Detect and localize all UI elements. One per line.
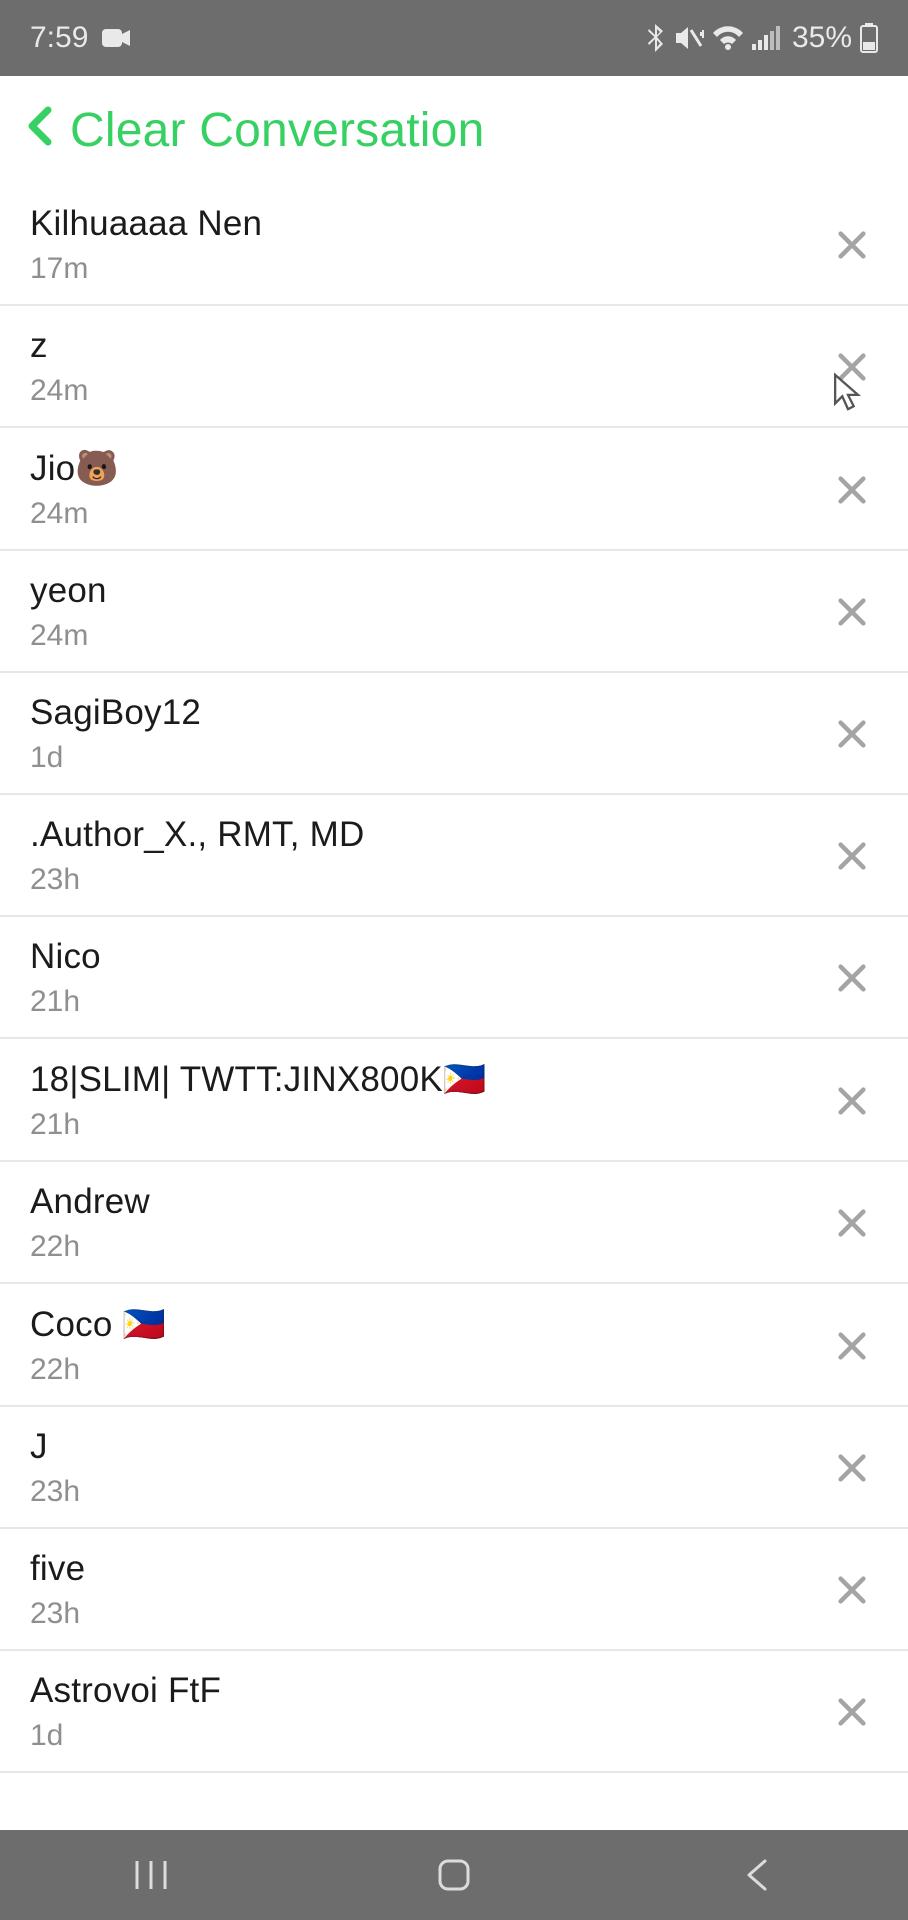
contact-name: SagiBoy12 bbox=[30, 693, 201, 733]
clear-button[interactable] bbox=[826, 341, 878, 393]
timestamp: 24m bbox=[30, 619, 107, 653]
timestamp: 23h bbox=[30, 1475, 80, 1509]
timestamp: 23h bbox=[30, 1597, 85, 1631]
conversation-row[interactable]: Kilhuaaaa Nen 17m bbox=[0, 184, 908, 306]
conversation-row[interactable]: .Author_X., RMT, MD 23h bbox=[0, 795, 908, 917]
battery-percent: 35% bbox=[792, 21, 852, 55]
row-info: z 24m bbox=[30, 326, 88, 408]
bluetooth-icon bbox=[646, 23, 666, 53]
row-info: yeon 24m bbox=[30, 571, 107, 653]
conversation-row[interactable]: Jio🐻 24m bbox=[0, 428, 908, 551]
row-info: J 23h bbox=[30, 1427, 80, 1509]
row-info: Astrovoi FtF 1d bbox=[30, 1671, 221, 1753]
conversation-list: Kilhuaaaa Nen 17m z 24m Jio🐻 24m bbox=[0, 184, 908, 1773]
row-info: SagiBoy12 1d bbox=[30, 693, 201, 775]
contact-name: Kilhuaaaa Nen bbox=[30, 204, 262, 244]
timestamp: 22h bbox=[30, 1230, 150, 1264]
conversation-row[interactable]: z 24m bbox=[0, 306, 908, 428]
timestamp: 17m bbox=[30, 252, 262, 286]
conversation-row[interactable]: Coco 🇵🇭 22h bbox=[0, 1284, 908, 1407]
clock: 7:59 bbox=[30, 21, 88, 55]
conversation-row[interactable]: five 23h bbox=[0, 1529, 908, 1651]
status-left: 7:59 bbox=[30, 21, 132, 55]
status-right: 35% bbox=[646, 21, 878, 55]
row-info: 18|SLIM| TWTT:JINX800K🇵🇭 21h bbox=[30, 1059, 487, 1142]
mute-vibrate-icon bbox=[674, 24, 704, 52]
contact-name: J bbox=[30, 1427, 80, 1467]
row-info: Kilhuaaaa Nen 17m bbox=[30, 204, 262, 286]
status-bar: 7:59 35% bbox=[0, 0, 908, 76]
conversation-row[interactable]: Astrovoi FtF 1d bbox=[0, 1651, 908, 1773]
nav-back[interactable] bbox=[697, 1857, 817, 1893]
timestamp: 24m bbox=[30, 374, 88, 408]
clear-button[interactable] bbox=[826, 952, 878, 1004]
conversation-row[interactable]: Nico 21h bbox=[0, 917, 908, 1039]
clear-button[interactable] bbox=[826, 219, 878, 271]
row-info: .Author_X., RMT, MD 23h bbox=[30, 815, 364, 897]
row-info: Coco 🇵🇭 22h bbox=[30, 1304, 166, 1387]
conversation-row[interactable]: J 23h bbox=[0, 1407, 908, 1529]
contact-name: Jio🐻 bbox=[30, 448, 119, 489]
timestamp: 22h bbox=[30, 1353, 166, 1387]
clear-button[interactable] bbox=[826, 1197, 878, 1249]
clear-button[interactable] bbox=[826, 464, 878, 516]
conversation-row[interactable]: Andrew 22h bbox=[0, 1162, 908, 1284]
android-nav-bar bbox=[0, 1830, 908, 1920]
battery-icon bbox=[860, 23, 878, 53]
contact-name: .Author_X., RMT, MD bbox=[30, 815, 364, 855]
row-info: five 23h bbox=[30, 1549, 85, 1631]
clear-button[interactable] bbox=[826, 830, 878, 882]
timestamp: 21h bbox=[30, 985, 101, 1019]
wifi-icon bbox=[712, 25, 744, 51]
contact-name: Astrovoi FtF bbox=[30, 1671, 221, 1711]
clear-button[interactable] bbox=[826, 708, 878, 760]
row-info: Nico 21h bbox=[30, 937, 101, 1019]
contact-name: yeon bbox=[30, 571, 107, 611]
contact-name: Andrew bbox=[30, 1182, 150, 1222]
conversation-row[interactable]: 18|SLIM| TWTT:JINX800K🇵🇭 21h bbox=[0, 1039, 908, 1162]
contact-name: 18|SLIM| TWTT:JINX800K🇵🇭 bbox=[30, 1059, 487, 1100]
timestamp: 21h bbox=[30, 1108, 487, 1142]
header: Clear Conversation bbox=[0, 76, 908, 184]
conversation-row[interactable]: yeon 24m bbox=[0, 551, 908, 673]
content: Clear Conversation Kilhuaaaa Nen 17m z 2… bbox=[0, 76, 908, 1830]
back-button[interactable] bbox=[20, 106, 62, 154]
conversation-row[interactable]: SagiBoy12 1d bbox=[0, 673, 908, 795]
clear-button[interactable] bbox=[826, 1075, 878, 1127]
contact-name: Nico bbox=[30, 937, 101, 977]
timestamp: 23h bbox=[30, 863, 364, 897]
row-info: Jio🐻 24m bbox=[30, 448, 119, 531]
nav-home[interactable] bbox=[394, 1855, 514, 1895]
contact-name: five bbox=[30, 1549, 85, 1589]
clear-button[interactable] bbox=[826, 1564, 878, 1616]
contact-name: Coco 🇵🇭 bbox=[30, 1304, 166, 1345]
timestamp: 1d bbox=[30, 1719, 221, 1753]
signal-icon bbox=[752, 26, 780, 50]
timestamp: 1d bbox=[30, 741, 201, 775]
row-info: Andrew 22h bbox=[30, 1182, 150, 1264]
camera-icon bbox=[102, 27, 132, 49]
timestamp: 24m bbox=[30, 497, 119, 531]
clear-button[interactable] bbox=[826, 586, 878, 638]
page-title: Clear Conversation bbox=[70, 103, 484, 158]
clear-button[interactable] bbox=[826, 1320, 878, 1372]
contact-name: z bbox=[30, 326, 88, 366]
nav-recents[interactable] bbox=[91, 1857, 211, 1893]
clear-button[interactable] bbox=[826, 1442, 878, 1494]
clear-button[interactable] bbox=[826, 1686, 878, 1738]
